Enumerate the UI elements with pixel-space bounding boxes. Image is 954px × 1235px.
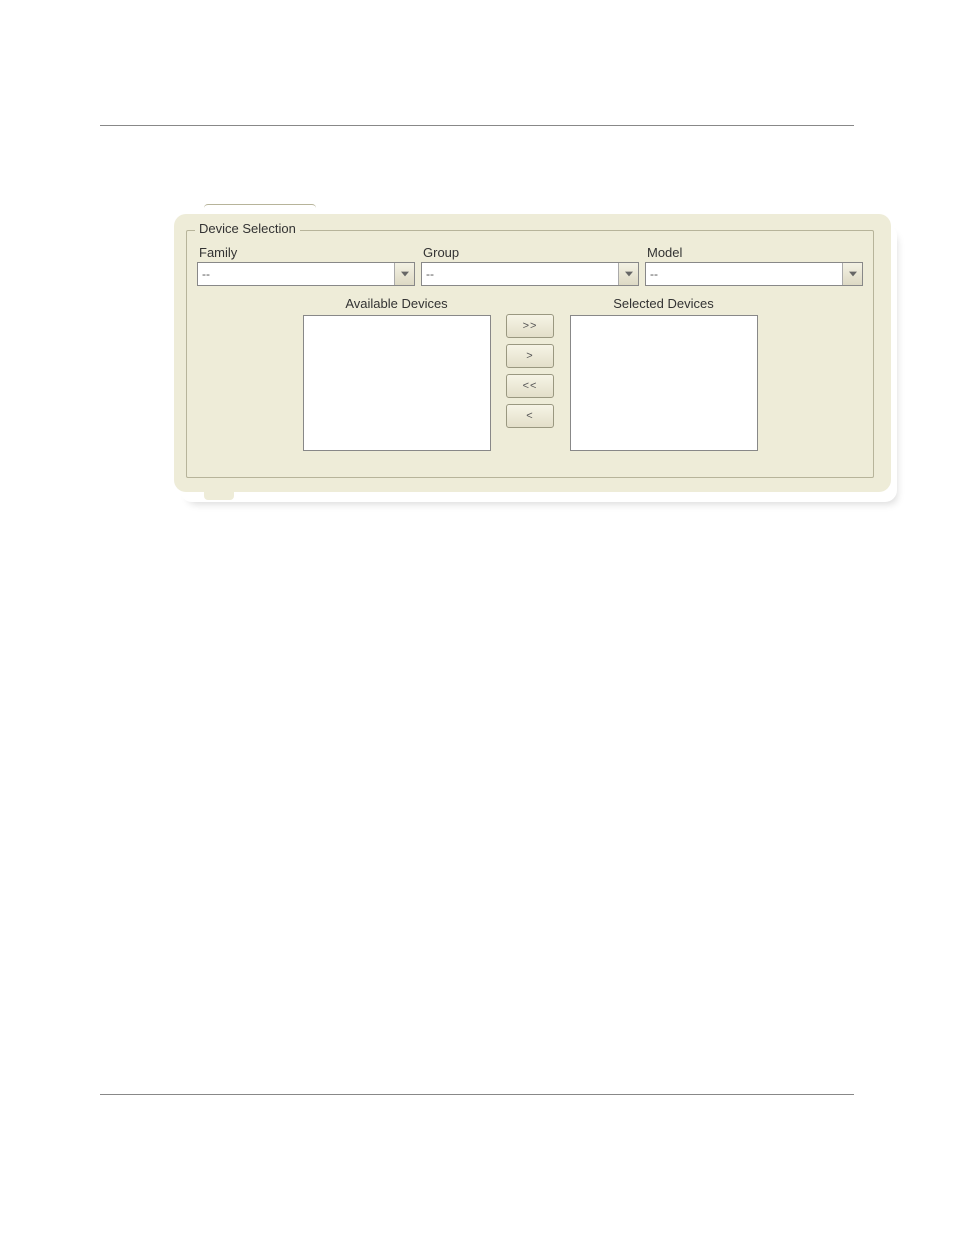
tab-stub — [204, 204, 316, 214]
available-devices-label: Available Devices — [345, 296, 447, 311]
fieldset-legend: Device Selection — [195, 221, 300, 236]
selected-devices-label: Selected Devices — [613, 296, 713, 311]
add-all-button[interactable]: >> — [506, 314, 554, 338]
family-column: Family -- — [197, 245, 415, 286]
group-column: Group -- — [421, 245, 639, 286]
device-selection-panel: Device Selection Family -- Group -- — [174, 214, 891, 492]
transfer-area: Available Devices >> > << < Selected Dev… — [187, 296, 873, 461]
spacer — [197, 296, 287, 451]
add-button[interactable]: > — [506, 344, 554, 368]
filter-row: Family -- Group -- Model — [187, 231, 873, 296]
spacer — [773, 296, 863, 451]
family-combo-button[interactable] — [394, 263, 414, 285]
panel-stub-bottom — [204, 492, 234, 500]
family-label: Family — [197, 245, 415, 260]
group-combo-value: -- — [422, 267, 618, 281]
device-selection-fieldset: Device Selection Family -- Group -- — [186, 230, 874, 478]
family-combo[interactable]: -- — [197, 262, 415, 286]
model-combo[interactable]: -- — [645, 262, 863, 286]
chevron-down-icon — [401, 271, 409, 277]
group-combo[interactable]: -- — [421, 262, 639, 286]
model-combo-button[interactable] — [842, 263, 862, 285]
transfer-buttons: >> > << < — [506, 296, 554, 451]
group-label: Group — [421, 245, 639, 260]
model-label: Model — [645, 245, 863, 260]
family-combo-value: -- — [198, 267, 394, 281]
divider-top — [100, 125, 854, 126]
remove-button[interactable]: < — [506, 404, 554, 428]
available-devices-list[interactable] — [303, 315, 491, 451]
group-combo-button[interactable] — [618, 263, 638, 285]
model-column: Model -- — [645, 245, 863, 286]
divider-bottom — [100, 1094, 854, 1095]
chevron-down-icon — [849, 271, 857, 277]
available-column: Available Devices — [297, 296, 496, 451]
chevron-down-icon — [625, 271, 633, 277]
selected-column: Selected Devices — [564, 296, 763, 451]
remove-all-button[interactable]: << — [506, 374, 554, 398]
selected-devices-list[interactable] — [570, 315, 758, 451]
model-combo-value: -- — [646, 267, 842, 281]
